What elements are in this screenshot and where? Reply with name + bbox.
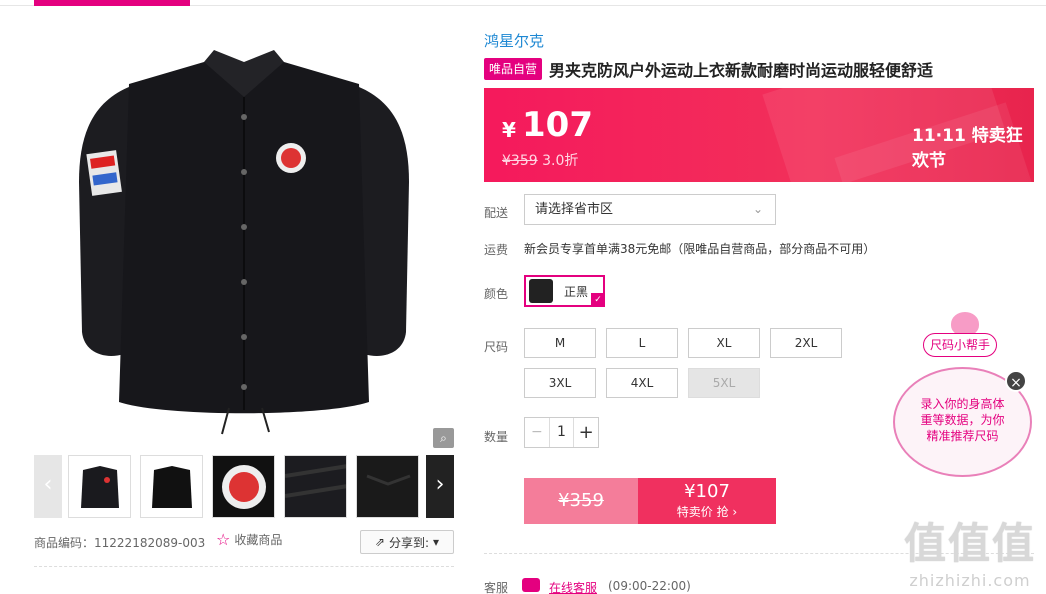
region-select[interactable]: 请选择省市区 ⌄ bbox=[524, 194, 776, 225]
quantity-stepper: − 1 + bbox=[524, 417, 599, 448]
currency-symbol: ¥ bbox=[502, 118, 516, 142]
service-hours: (09:00-22:00) bbox=[608, 579, 691, 593]
share-label: 分享到: bbox=[388, 535, 430, 550]
product-code-value: 11222182089-003 bbox=[94, 536, 206, 550]
size-helper: 尺码小帮手 录入你的身高体 重等数据，为你 精准推荐尺码 × bbox=[893, 312, 1034, 478]
color-option-label: 正黑 bbox=[564, 285, 589, 299]
thumb-prev-button[interactable]: ‹ bbox=[34, 455, 62, 518]
product-code-label: 商品编码： bbox=[34, 536, 95, 550]
quantity-value[interactable]: 1 bbox=[550, 418, 574, 447]
thumbnail-strip bbox=[68, 455, 426, 518]
thumbnail[interactable] bbox=[68, 455, 131, 518]
helper-text-line: 重等数据，为你 bbox=[920, 413, 1005, 427]
size-option-3xl[interactable]: 3XL bbox=[524, 368, 596, 398]
favorite-label: 收藏商品 bbox=[234, 533, 283, 547]
main-product-image[interactable] bbox=[34, 22, 454, 452]
size-option-xl[interactable]: XL bbox=[688, 328, 760, 358]
online-service-link[interactable]: 在线客服 bbox=[549, 579, 597, 594]
color-option-selected[interactable]: 正黑 ✓ bbox=[524, 275, 605, 307]
original-price: ¥359 3.0折 bbox=[502, 150, 578, 170]
size-option-5xl: 5XL bbox=[688, 368, 760, 398]
watermark: 值值值 zhizhizhi.com bbox=[895, 510, 1045, 594]
size-helper-button[interactable]: 尺码小帮手 bbox=[923, 333, 997, 357]
delivery-label: 配送 bbox=[484, 206, 509, 220]
star-icon: ☆ bbox=[216, 529, 231, 549]
color-swatch bbox=[529, 279, 553, 303]
chevron-down-icon: ⌄ bbox=[752, 202, 763, 216]
size-label: 尺码 bbox=[484, 340, 509, 354]
price-banner: ¥ 107 ¥359 3.0折 11·11 特卖狂欢节 bbox=[484, 88, 1034, 182]
shipping-label: 运费 bbox=[484, 243, 509, 257]
buy-action-label: 特卖价 抢 › bbox=[676, 505, 738, 519]
favorite-button[interactable]: ☆ 收藏商品 bbox=[216, 531, 282, 548]
shipping-text: 新会员专享首单满38元免邮（限唯品自营商品，部分商品不可用） bbox=[524, 242, 876, 256]
zoom-icon[interactable]: ⌕ bbox=[433, 428, 454, 448]
thumbnail[interactable] bbox=[212, 455, 275, 518]
chat-icon[interactable] bbox=[522, 578, 540, 592]
check-icon: ✓ bbox=[591, 293, 605, 307]
nav-active-indicator[interactable] bbox=[34, 0, 190, 6]
size-option-m[interactable]: M bbox=[524, 328, 596, 358]
buy-button[interactable]: ¥359 ¥107 特卖价 抢 › bbox=[524, 478, 776, 524]
helper-text-line: 精准推荐尺码 bbox=[926, 429, 999, 443]
buy-price: ¥107 bbox=[684, 481, 730, 502]
discount-rate: 3.0折 bbox=[542, 153, 579, 169]
buy-original-price: ¥359 bbox=[524, 478, 638, 524]
quantity-label: 数量 bbox=[484, 430, 509, 444]
festival-label: 11·11 特卖狂欢节 bbox=[912, 121, 1034, 171]
sale-price: 107 bbox=[522, 105, 593, 145]
watermark-logo: 值值值 bbox=[903, 519, 1036, 568]
region-placeholder: 请选择省市区 bbox=[535, 202, 614, 217]
size-option-2xl[interactable]: 2XL bbox=[770, 328, 842, 358]
buy-original-price-value: ¥359 bbox=[558, 490, 604, 511]
size-option-4xl[interactable]: 4XL bbox=[606, 368, 678, 398]
service-label: 客服 bbox=[484, 581, 509, 594]
product-code: 商品编码：11222182089-003 bbox=[34, 534, 205, 551]
festival-mark: 11·11 bbox=[912, 126, 966, 146]
share-icon: ⇗ bbox=[374, 535, 385, 549]
helper-text-line: 录入你的身高体 bbox=[920, 397, 1005, 411]
thumbnail[interactable] bbox=[140, 455, 203, 518]
product-title: 男夹克防风户外运动上衣新款耐磨时尚运动服轻便舒适 bbox=[549, 61, 934, 80]
size-option-l[interactable]: L bbox=[606, 328, 678, 358]
brand-link[interactable]: 鸿星尔克 bbox=[484, 30, 544, 51]
top-nav-bar bbox=[0, 0, 1046, 6]
close-icon[interactable]: × bbox=[1005, 370, 1027, 392]
original-price-value: ¥359 bbox=[502, 153, 538, 169]
self-operated-badge: 唯品自营 bbox=[484, 58, 543, 80]
buy-action[interactable]: ¥107 特卖价 抢 › bbox=[638, 478, 776, 524]
divider bbox=[34, 566, 454, 567]
thumb-next-button[interactable]: › bbox=[426, 455, 454, 518]
quantity-plus-button[interactable]: + bbox=[573, 418, 598, 447]
quantity-minus-button[interactable]: − bbox=[525, 418, 550, 447]
thumbnail[interactable] bbox=[284, 455, 347, 518]
share-dropdown[interactable]: ⇗ 分享到: ▾ bbox=[360, 530, 454, 554]
thumbnail[interactable] bbox=[356, 455, 419, 518]
page: ⌕ ‹ › 商品编码：11222182089-003 ☆ 收藏商品 ⇗ 分享到: ▾ … bbox=[0, 0, 1046, 594]
chevron-down-icon: ▾ bbox=[433, 535, 440, 549]
color-label: 颜色 bbox=[484, 287, 509, 301]
watermark-url: zhizhizhi.com bbox=[909, 571, 1031, 590]
